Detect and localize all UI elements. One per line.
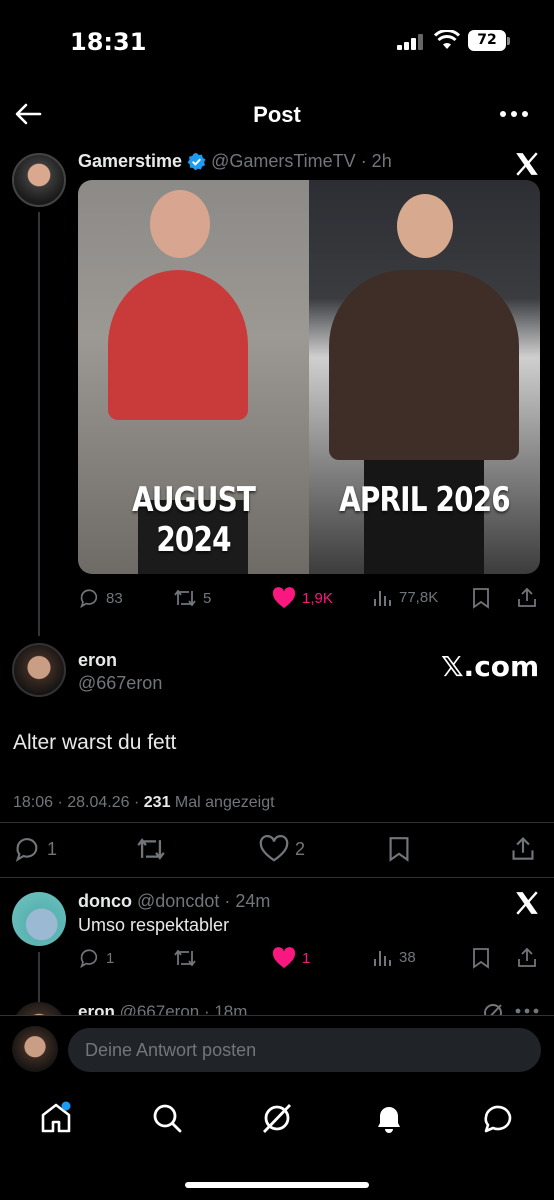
post-header: Gamerstime @GamersTimeTV · 2h xyxy=(78,151,392,172)
post-time: · 24m xyxy=(224,891,271,911)
like-button[interactable]: 2 xyxy=(259,835,305,863)
divider xyxy=(0,822,554,823)
post-text: Alter warst du fett xyxy=(13,731,177,754)
post-timestamp: 18:06 · 28.04.26 · xyxy=(13,794,144,811)
share-icon[interactable] xyxy=(516,586,538,608)
view-count: 38 xyxy=(399,948,416,966)
status-time: 18:31 xyxy=(70,28,147,56)
reply-icon xyxy=(78,587,100,609)
views-label: Mal angezeigt xyxy=(170,794,275,811)
repost-icon[interactable] xyxy=(173,947,197,969)
home-indicator xyxy=(185,1182,369,1188)
reply-count: 1 xyxy=(47,838,58,859)
wifi-icon xyxy=(433,29,461,50)
views-button[interactable]: 77,8K xyxy=(373,587,438,607)
repost-count: 5 xyxy=(203,589,212,607)
analytics-icon xyxy=(373,587,393,607)
like-button[interactable]: 1 xyxy=(272,947,310,969)
author-name[interactable]: Gamerstime xyxy=(78,151,182,172)
repost-button[interactable]: 5 xyxy=(173,587,211,609)
view-count: 77,8K xyxy=(399,588,439,606)
author-name[interactable]: donco xyxy=(78,891,132,911)
reply-button[interactable]: 1 xyxy=(78,947,114,969)
repost-icon xyxy=(173,587,197,609)
reply-button[interactable]: 1 xyxy=(13,835,57,863)
post-header: donco @doncdot · 24m xyxy=(78,891,270,912)
thread-line xyxy=(38,952,40,1002)
x-logo-icon xyxy=(514,890,540,916)
reply-count: 1 xyxy=(106,949,115,967)
reply-button[interactable]: 83 xyxy=(78,587,123,609)
media-caption-left: AUGUST 2024 xyxy=(131,480,256,560)
battery-indicator: 72 xyxy=(468,30,506,51)
heart-filled-icon xyxy=(272,587,296,609)
bookmark-icon[interactable] xyxy=(471,587,491,609)
reply-icon xyxy=(13,835,41,863)
repost-icon[interactable] xyxy=(135,835,167,863)
heart-filled-icon xyxy=(272,947,296,969)
avatar[interactable] xyxy=(12,643,66,697)
post-text: Umso respektabler xyxy=(78,915,230,935)
verified-badge-icon xyxy=(187,152,206,171)
battery-nub xyxy=(507,37,510,45)
author-name[interactable]: eron xyxy=(78,650,117,671)
like-count: 1,9K xyxy=(302,589,333,607)
x-com-watermark: 𝕏.com xyxy=(441,650,540,683)
messages-icon[interactable] xyxy=(481,1101,515,1135)
analytics-icon xyxy=(373,947,393,967)
share-icon[interactable] xyxy=(510,834,536,862)
header: Post xyxy=(0,90,554,140)
status-bar: 18:31 72 xyxy=(0,0,554,80)
cellular-signal-icon xyxy=(397,34,427,50)
media-caption-right: APRIL 2026 xyxy=(339,480,511,520)
avatar xyxy=(12,1026,58,1072)
author-handle[interactable]: @doncdot xyxy=(137,891,219,911)
thread-line xyxy=(38,212,40,636)
post-meta: 18:06 · 28.04.26 · 231 Mal angezeigt xyxy=(13,794,275,812)
more-options-icon[interactable] xyxy=(498,102,530,126)
post-media-image[interactable]: AUGUST 2024 APRIL 2026 xyxy=(78,180,540,574)
heart-icon xyxy=(259,835,289,863)
view-count: 231 xyxy=(143,794,171,811)
bookmark-icon[interactable] xyxy=(387,835,411,863)
home-icon[interactable] xyxy=(39,1101,73,1135)
author-handle[interactable]: @GamersTimeTV xyxy=(211,151,356,172)
reply-count: 83 xyxy=(106,589,123,607)
search-icon[interactable] xyxy=(150,1101,184,1135)
bookmark-icon[interactable] xyxy=(471,947,491,969)
like-count: 2 xyxy=(295,838,306,859)
x-logo-icon xyxy=(514,151,540,177)
views-button[interactable]: 38 xyxy=(373,947,416,967)
like-button[interactable]: 1,9K xyxy=(272,587,333,609)
avatar[interactable] xyxy=(12,153,66,207)
divider xyxy=(0,877,554,878)
avatar[interactable] xyxy=(12,892,66,946)
share-icon[interactable] xyxy=(516,946,538,968)
like-count: 1 xyxy=(302,949,311,967)
grok-icon[interactable] xyxy=(260,1101,294,1135)
post-time: · 2h xyxy=(360,151,392,171)
reply-icon xyxy=(78,947,100,969)
reply-composer: Deine Antwort posten xyxy=(0,1015,554,1085)
notifications-bell-icon[interactable] xyxy=(372,1101,406,1135)
reply-input[interactable]: Deine Antwort posten xyxy=(68,1028,541,1072)
author-handle[interactable]: @667eron xyxy=(78,673,162,694)
page-title: Post xyxy=(253,102,301,127)
